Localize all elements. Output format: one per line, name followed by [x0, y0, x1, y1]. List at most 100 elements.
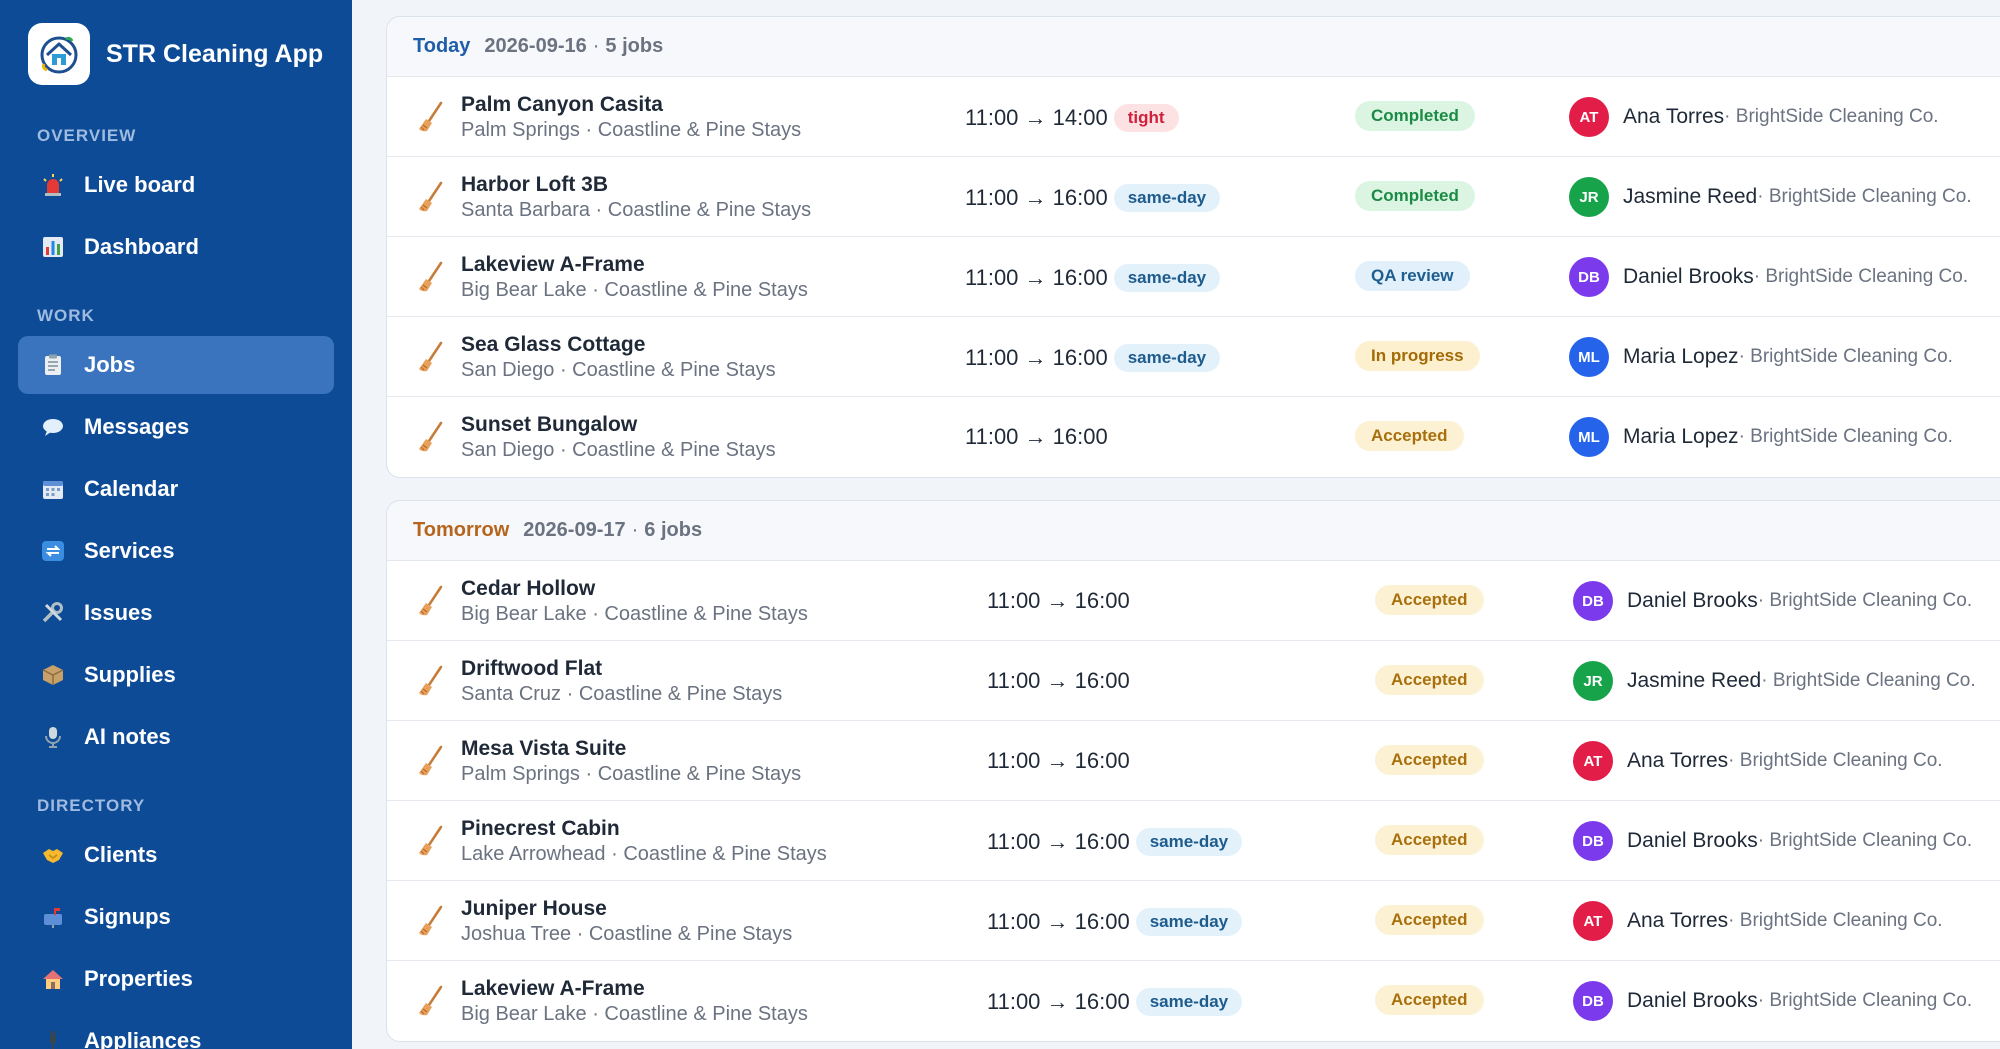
assignee[interactable]: AT Ana Torres · BrightSide Cleaning Co. [1573, 741, 1943, 781]
property-name[interactable]: Sea Glass Cottage [461, 333, 645, 357]
property-name[interactable]: Lakeview A-Frame [461, 977, 645, 1001]
assignee[interactable]: JR Jasmine Reed · BrightSide Cleaning Co. [1573, 661, 1976, 701]
sidebar-item-services[interactable]: Services [18, 522, 334, 580]
job-row[interactable]: Sunset Bungalow San Diego · Coastline & P… [387, 397, 2000, 477]
cleaning-company: · BrightSide Cleaning Co. [1738, 346, 1953, 367]
assignee[interactable]: DB Daniel Brooks · BrightSide Cleaning Co… [1573, 981, 1972, 1021]
job-row[interactable]: Cedar Hollow Big Bear Lake · Coastline & … [387, 561, 2000, 641]
property-location: Palm Springs · Coastline & Pine Stays [461, 763, 802, 785]
cleaner-name: Maria Lopez [1623, 425, 1739, 448]
job-time-window: 11:00 → 16:00 [965, 424, 1108, 450]
sidebar-item-label: Properties [84, 966, 193, 991]
sidebar-item-label: Services [84, 538, 175, 563]
avatar: ML [1569, 337, 1609, 377]
avatar: AT [1573, 901, 1613, 941]
sidebar-item-label: Supplies [84, 662, 176, 687]
sidebar-item-properties[interactable]: Properties [18, 950, 334, 1008]
brand[interactable]: STR Cleaning App [18, 22, 334, 86]
repeat-icon [40, 538, 66, 564]
cleaner-name: Daniel Brooks [1627, 829, 1758, 852]
job-row[interactable]: Driftwood Flat Santa Cruz · Coastline & P… [387, 641, 2000, 721]
sidebar-item-ai-notes[interactable]: AI notes [18, 708, 334, 766]
separator: · [592, 35, 600, 57]
time-range: 11:00 → 16:00 [965, 265, 1108, 290]
job-row[interactable]: Mesa Vista Suite Palm Springs · Coastline… [387, 721, 2000, 801]
job-row[interactable]: Harbor Loft 3B Santa Barbara · Coastline … [387, 157, 2000, 237]
speech-bubble-icon [40, 414, 66, 440]
property-location: San Diego · Coastline & Pine Stays [461, 359, 776, 381]
cleaning-company: · BrightSide Cleaning Co. [1724, 106, 1939, 127]
status-badge: Completed [1355, 181, 1475, 211]
day-date: 2026-09-17 [523, 519, 626, 541]
property-name[interactable]: Harbor Loft 3B [461, 173, 608, 197]
avatar: DB [1573, 821, 1613, 861]
sidebar-item-dashboard[interactable]: Dashboard [18, 218, 334, 276]
sidebar-item-calendar[interactable]: Calendar [18, 460, 334, 518]
status-badge: QA review [1355, 261, 1470, 291]
sidebar: STR Cleaning App OVERVIEW Live board Dashb… [0, 0, 352, 1049]
property-name[interactable]: Palm Canyon Casita [461, 93, 663, 117]
property-name[interactable]: Sunset Bungalow [461, 413, 637, 437]
app-title: STR Cleaning App [106, 39, 324, 68]
assignee[interactable]: ML Maria Lopez · BrightSide Cleaning Co. [1569, 417, 1953, 457]
handshake-icon [40, 842, 66, 868]
broom-icon [417, 421, 443, 453]
broom-icon [417, 181, 443, 213]
status-badge: Accepted [1375, 585, 1484, 615]
time-range: 11:00 → 16:00 [965, 185, 1108, 210]
cleaner-name: Ana Torres [1627, 909, 1729, 932]
avatar: JR [1573, 661, 1613, 701]
job-time-window: 11:00 → 16:00 [987, 748, 1130, 774]
job-time-window: 11:00 → 16:00 same-day [965, 184, 1221, 212]
job-row[interactable]: Palm Canyon Casita Palm Springs · Coastli… [387, 77, 2000, 157]
property-location: San Diego · Coastline & Pine Stays [461, 439, 776, 461]
assignee[interactable]: AT Ana Torres · BrightSide Cleaning Co. [1569, 97, 1939, 137]
sidebar-item-clients[interactable]: Clients [18, 826, 334, 884]
property-name[interactable]: Pinecrest Cabin [461, 817, 620, 841]
job-time-window: 11:00 → 16:00 same-day [987, 828, 1243, 856]
sidebar-item-issues[interactable]: Issues [18, 584, 334, 642]
separator: · [631, 519, 639, 541]
property-name[interactable]: Lakeview A-Frame [461, 253, 645, 277]
sidebar-item-live-board[interactable]: Live board [18, 156, 334, 214]
property-name[interactable]: Cedar Hollow [461, 577, 595, 601]
assignee[interactable]: DB Daniel Brooks · BrightSide Cleaning Co… [1569, 257, 1968, 297]
job-row[interactable]: Sea Glass Cottage San Diego · Coastline &… [387, 317, 2000, 397]
time-range: 11:00 → 16:00 [987, 588, 1130, 613]
property-name[interactable]: Mesa Vista Suite [461, 737, 626, 761]
assignee[interactable]: ML Maria Lopez · BrightSide Cleaning Co. [1569, 337, 1953, 377]
cleaning-company: · BrightSide Cleaning Co. [1753, 266, 1969, 287]
assignee[interactable]: JR Jasmine Reed · BrightSide Cleaning Co. [1569, 177, 1972, 217]
status-badge: Accepted [1375, 745, 1484, 775]
status-badge: Accepted [1375, 985, 1484, 1015]
property-location: Joshua Tree · Coastline & Pine Stays [461, 923, 793, 945]
job-row[interactable]: Juniper House Joshua Tree · Coastline & P… [387, 881, 2000, 961]
sidebar-item-appliances[interactable]: Appliances [18, 1012, 334, 1049]
sidebar-item-label: Signups [84, 904, 171, 929]
nav-section-heading: OVERVIEW [37, 126, 137, 145]
broom-icon [417, 745, 443, 777]
job-row[interactable]: Lakeview A-Frame Big Bear Lake · Coastlin… [387, 237, 2000, 317]
avatar: AT [1573, 741, 1613, 781]
job-time-window: 11:00 → 16:00 [987, 588, 1130, 614]
sidebar-item-signups[interactable]: Signups [18, 888, 334, 946]
broom-icon [417, 261, 443, 293]
cleaner-name: Daniel Brooks [1627, 589, 1758, 612]
time-range: 11:00 → 16:00 [987, 909, 1130, 934]
sidebar-item-jobs[interactable]: Jobs [18, 336, 334, 394]
sidebar-item-messages[interactable]: Messages [18, 398, 334, 456]
job-row[interactable]: Pinecrest Cabin Lake Arrowhead · Coastlin… [387, 801, 2000, 881]
time-range: 11:00 → 16:00 [987, 829, 1130, 854]
cleaning-company: · BrightSide Cleaning Co. [1728, 750, 1943, 771]
job-time-window: 11:00 → 16:00 same-day [965, 264, 1221, 292]
assignee[interactable]: AT Ana Torres · BrightSide Cleaning Co. [1573, 901, 1943, 941]
property-name[interactable]: Driftwood Flat [461, 657, 602, 681]
job-row[interactable]: Lakeview A-Frame Big Bear Lake · Coastlin… [387, 961, 2000, 1041]
status-badge: Completed [1355, 101, 1475, 131]
property-name[interactable]: Juniper House [461, 897, 607, 921]
assignee[interactable]: DB Daniel Brooks · BrightSide Cleaning Co… [1573, 581, 1972, 621]
sidebar-item-label: Messages [84, 414, 190, 439]
sidebar-item-supplies[interactable]: Supplies [18, 646, 334, 704]
status-badge: Accepted [1375, 665, 1484, 695]
assignee[interactable]: DB Daniel Brooks · BrightSide Cleaning Co… [1573, 821, 1972, 861]
